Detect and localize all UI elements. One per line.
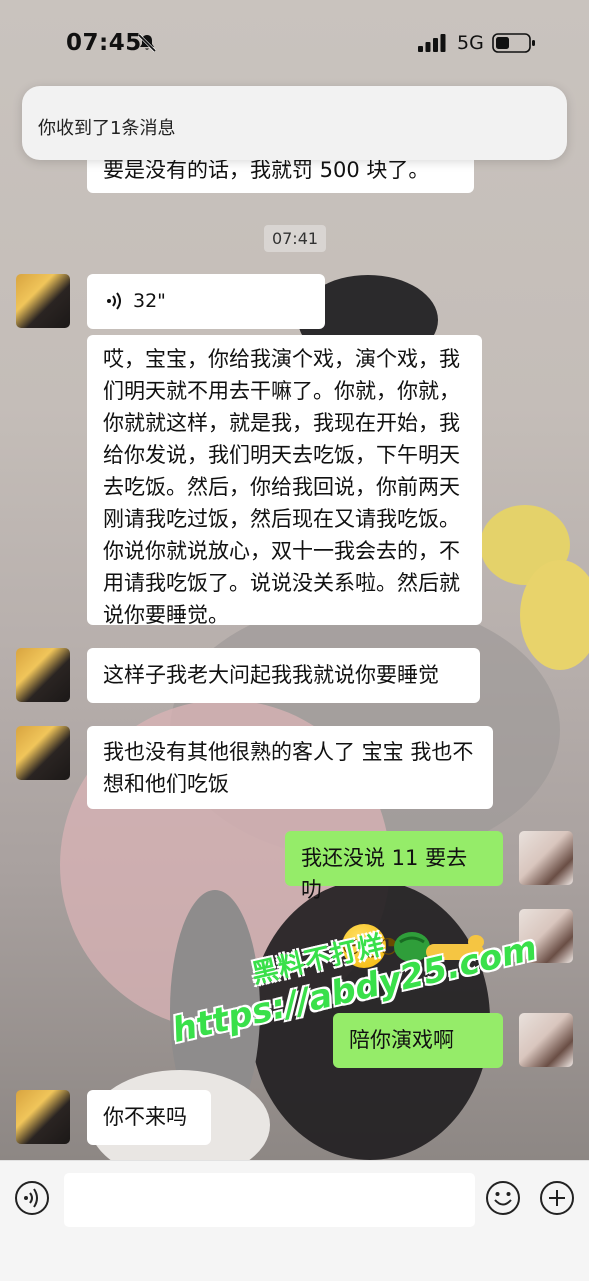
network-type: 5G [457, 32, 484, 54]
chat-message-received[interactable]: 哎，宝宝，你给我演个戏，演个戏，我们明天就不用去干嘛了。你就，你就，你就就这样，… [87, 335, 482, 627]
sly-face-emoji[interactable]: ◔‿◔ [342, 924, 398, 968]
chat-message-received[interactable]: 我也没有其他很熟的客人了 宝宝 我也不想和他们吃饭 [87, 726, 493, 809]
battery-icon [492, 33, 535, 53]
my-avatar[interactable] [519, 831, 573, 885]
message-text: 要是没有的话，我就罚 500 块了。 [103, 158, 430, 182]
message-text: 这样子我老大问起我我就说你要睡觉 [103, 663, 439, 687]
status-bar: 07:45 5G [0, 0, 589, 88]
message-text: 哎，宝宝，你给我演个戏，演个戏，我们明天就不用去干嘛了。你就，你就，你就就这样，… [103, 347, 460, 627]
status-time: 07:45 [66, 30, 142, 56]
signal-bars-icon [418, 34, 446, 52]
chat-timestamp: 07:41 [264, 225, 326, 252]
notification-banner[interactable]: 你收到了1条消息 [22, 86, 567, 160]
voice-input-icon[interactable] [14, 1180, 50, 1216]
my-avatar[interactable] [519, 1013, 573, 1067]
contact-avatar[interactable] [16, 1090, 70, 1144]
chat-message-received[interactable]: 你不来吗 [87, 1090, 211, 1145]
my-avatar[interactable] [519, 909, 573, 963]
voice-wave-icon [107, 292, 121, 310]
emoji-icon[interactable] [485, 1180, 521, 1216]
sleeping-emoji[interactable] [392, 928, 488, 966]
message-text: 我也没有其他很熟的客人了 宝宝 我也不想和他们吃饭 [103, 740, 474, 796]
contact-avatar[interactable] [16, 648, 70, 702]
chat-message-received[interactable]: 这样子我老大问起我我就说你要睡觉 [87, 648, 480, 703]
contact-avatar[interactable] [16, 726, 70, 780]
message-input[interactable] [64, 1173, 475, 1227]
chat-message-sent[interactable]: 我还没说 11 要去叻 [285, 831, 503, 902]
voice-message[interactable]: 32" [87, 274, 325, 329]
notification-text: 你收到了1条消息 [38, 118, 176, 139]
message-text: 你不来吗 [103, 1105, 187, 1129]
voice-duration: 32" [133, 290, 166, 312]
chat-input-bar [0, 1160, 589, 1281]
bell-muted-icon [137, 33, 157, 53]
chat-message-sent[interactable]: 陪你演戏啊 [333, 1013, 503, 1068]
plus-icon[interactable] [539, 1180, 575, 1216]
message-text: 陪你演戏啊 [349, 1028, 454, 1052]
contact-avatar[interactable] [16, 274, 70, 328]
